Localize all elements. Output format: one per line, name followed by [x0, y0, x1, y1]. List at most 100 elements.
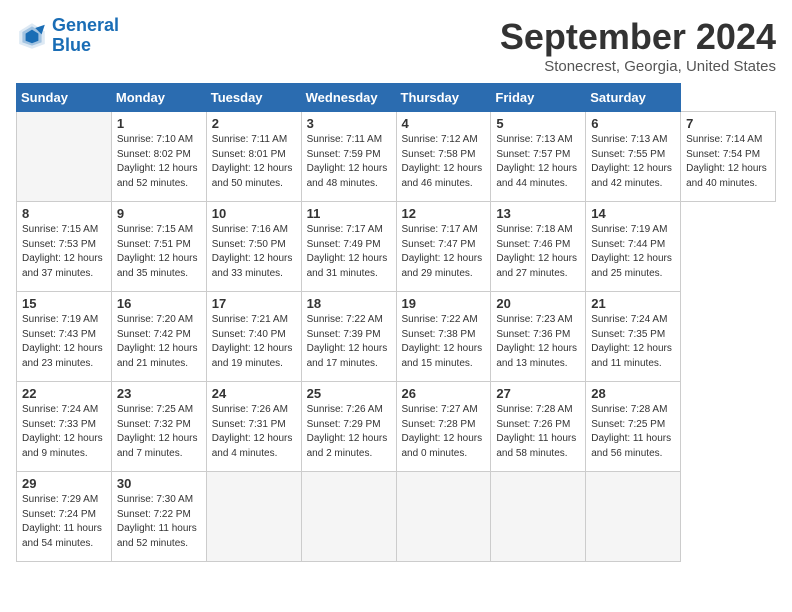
calendar-day: 4 Sunrise: 7:12 AMSunset: 7:58 PMDaylight…	[396, 112, 491, 202]
day-info: Sunrise: 7:30 AMSunset: 7:22 PMDaylight:…	[117, 493, 201, 551]
day-info: Sunrise: 7:21 AMSunset: 7:40 PMDaylight:…	[212, 313, 296, 371]
day-info: Sunrise: 7:13 AMSunset: 7:57 PMDaylight:…	[496, 133, 580, 191]
day-number: 7	[686, 116, 770, 131]
day-number: 26	[402, 386, 486, 401]
calendar-day: 19 Sunrise: 7:22 AMSunset: 7:38 PMDayligh…	[396, 292, 491, 382]
day-info: Sunrise: 7:18 AMSunset: 7:46 PMDaylight:…	[496, 223, 580, 281]
calendar-day: 3 Sunrise: 7:11 AMSunset: 7:59 PMDaylight…	[301, 112, 396, 202]
calendar-day	[206, 472, 301, 562]
day-info: Sunrise: 7:23 AMSunset: 7:36 PMDaylight:…	[496, 313, 580, 371]
day-number: 14	[591, 206, 675, 221]
calendar-week-2: 8 Sunrise: 7:15 AMSunset: 7:53 PMDaylight…	[17, 202, 776, 292]
calendar-day: 8 Sunrise: 7:15 AMSunset: 7:53 PMDaylight…	[17, 202, 112, 292]
calendar-day: 11Sunrise: 7:17 AMSunset: 7:49 PMDayligh…	[301, 202, 396, 292]
day-info: Sunrise: 7:20 AMSunset: 7:42 PMDaylight:…	[117, 313, 201, 371]
day-number: 22	[22, 386, 106, 401]
calendar-week-4: 22 Sunrise: 7:24 AMSunset: 7:33 PMDayligh…	[17, 382, 776, 472]
day-info: Sunrise: 7:19 AMSunset: 7:44 PMDaylight:…	[591, 223, 675, 281]
day-number: 2	[212, 116, 296, 131]
calendar-day: 7 Sunrise: 7:14 AMSunset: 7:54 PMDaylight…	[681, 112, 776, 202]
day-number: 21	[591, 296, 675, 311]
calendar-day: 22 Sunrise: 7:24 AMSunset: 7:33 PMDayligh…	[17, 382, 112, 472]
day-number: 6	[591, 116, 675, 131]
calendar-day: 6Sunrise: 7:13 AMSunset: 7:55 PMDaylight…	[586, 112, 681, 202]
calendar-day: 10 Sunrise: 7:16 AMSunset: 7:50 PMDayligh…	[206, 202, 301, 292]
day-number: 19	[402, 296, 486, 311]
header-thursday: Thursday	[396, 84, 491, 112]
logo-blue: Blue	[52, 35, 91, 55]
day-info: Sunrise: 7:24 AMSunset: 7:35 PMDaylight:…	[591, 313, 675, 371]
calendar-day: 24 Sunrise: 7:26 AMSunset: 7:31 PMDayligh…	[206, 382, 301, 472]
calendar-day: 27 Sunrise: 7:28 AMSunset: 7:26 PMDayligh…	[491, 382, 586, 472]
calendar-day: 17 Sunrise: 7:21 AMSunset: 7:40 PMDayligh…	[206, 292, 301, 382]
day-number: 28	[591, 386, 675, 401]
day-number: 5	[496, 116, 580, 131]
header-friday: Friday	[491, 84, 586, 112]
day-number: 27	[496, 386, 580, 401]
location-subtitle: Stonecrest, Georgia, United States	[500, 58, 776, 75]
day-info: Sunrise: 7:15 AMSunset: 7:53 PMDaylight:…	[22, 223, 106, 281]
day-info: Sunrise: 7:16 AMSunset: 7:50 PMDaylight:…	[212, 223, 296, 281]
day-number: 3	[307, 116, 391, 131]
day-number: 1	[117, 116, 201, 131]
day-number: 23	[117, 386, 201, 401]
calendar-day: 30 Sunrise: 7:30 AMSunset: 7:22 PMDayligh…	[111, 472, 206, 562]
month-title: September 2024	[500, 16, 776, 58]
day-number: 30	[117, 476, 201, 491]
calendar-day: 23 Sunrise: 7:25 AMSunset: 7:32 PMDayligh…	[111, 382, 206, 472]
day-number: 25	[307, 386, 391, 401]
calendar-day: 2Sunrise: 7:11 AMSunset: 8:01 PMDaylight…	[206, 112, 301, 202]
header-tuesday: Tuesday	[206, 84, 301, 112]
day-number: 10	[212, 206, 296, 221]
calendar-day: 9Sunrise: 7:15 AMSunset: 7:51 PMDaylight…	[111, 202, 206, 292]
header-monday: Monday	[111, 84, 206, 112]
day-info: Sunrise: 7:17 AMSunset: 7:47 PMDaylight:…	[402, 223, 486, 281]
day-number: 8	[22, 206, 106, 221]
calendar-day: 1 Sunrise: 7:10 AMSunset: 8:02 PMDaylight…	[111, 112, 206, 202]
day-info: Sunrise: 7:22 AMSunset: 7:39 PMDaylight:…	[307, 313, 391, 371]
calendar-day: 25 Sunrise: 7:26 AMSunset: 7:29 PMDayligh…	[301, 382, 396, 472]
calendar-day	[301, 472, 396, 562]
calendar-day: 18Sunrise: 7:22 AMSunset: 7:39 PMDayligh…	[301, 292, 396, 382]
day-info: Sunrise: 7:27 AMSunset: 7:28 PMDaylight:…	[402, 403, 486, 461]
calendar-week-3: 15Sunrise: 7:19 AMSunset: 7:43 PMDayligh…	[17, 292, 776, 382]
day-info: Sunrise: 7:10 AMSunset: 8:02 PMDaylight:…	[117, 133, 201, 191]
day-info: Sunrise: 7:17 AMSunset: 7:49 PMDaylight:…	[307, 223, 391, 281]
calendar-day: 29Sunrise: 7:29 AMSunset: 7:24 PMDayligh…	[17, 472, 112, 562]
calendar-day: 5 Sunrise: 7:13 AMSunset: 7:57 PMDaylight…	[491, 112, 586, 202]
calendar-day: 12Sunrise: 7:17 AMSunset: 7:47 PMDayligh…	[396, 202, 491, 292]
day-info: Sunrise: 7:25 AMSunset: 7:32 PMDaylight:…	[117, 403, 201, 461]
header-wednesday: Wednesday	[301, 84, 396, 112]
header-sunday: Sunday	[17, 84, 112, 112]
calendar-day: 28 Sunrise: 7:28 AMSunset: 7:25 PMDayligh…	[586, 382, 681, 472]
day-info: Sunrise: 7:14 AMSunset: 7:54 PMDaylight:…	[686, 133, 770, 191]
calendar-week-1: 1 Sunrise: 7:10 AMSunset: 8:02 PMDaylight…	[17, 112, 776, 202]
calendar-day	[396, 472, 491, 562]
calendar-day: 16 Sunrise: 7:20 AMSunset: 7:42 PMDayligh…	[111, 292, 206, 382]
day-number: 24	[212, 386, 296, 401]
calendar-day: 15Sunrise: 7:19 AMSunset: 7:43 PMDayligh…	[17, 292, 112, 382]
logo-icon	[16, 20, 48, 52]
day-number: 16	[117, 296, 201, 311]
calendar-day	[586, 472, 681, 562]
day-info: Sunrise: 7:22 AMSunset: 7:38 PMDaylight:…	[402, 313, 486, 371]
calendar-header-row: SundayMondayTuesdayWednesdayThursdayFrid…	[17, 84, 776, 112]
day-info: Sunrise: 7:28 AMSunset: 7:26 PMDaylight:…	[496, 403, 580, 461]
day-info: Sunrise: 7:24 AMSunset: 7:33 PMDaylight:…	[22, 403, 106, 461]
day-number: 17	[212, 296, 296, 311]
calendar-table: SundayMondayTuesdayWednesdayThursdayFrid…	[16, 83, 776, 562]
logo-general: General	[52, 15, 119, 35]
day-info: Sunrise: 7:11 AMSunset: 7:59 PMDaylight:…	[307, 133, 391, 191]
calendar-day: 26 Sunrise: 7:27 AMSunset: 7:28 PMDayligh…	[396, 382, 491, 472]
day-number: 4	[402, 116, 486, 131]
calendar-day	[491, 472, 586, 562]
day-number: 9	[117, 206, 201, 221]
day-info: Sunrise: 7:26 AMSunset: 7:31 PMDaylight:…	[212, 403, 296, 461]
calendar-day: 21 Sunrise: 7:24 AMSunset: 7:35 PMDayligh…	[586, 292, 681, 382]
day-info: Sunrise: 7:12 AMSunset: 7:58 PMDaylight:…	[402, 133, 486, 191]
day-number: 20	[496, 296, 580, 311]
day-number: 13	[496, 206, 580, 221]
day-info: Sunrise: 7:28 AMSunset: 7:25 PMDaylight:…	[591, 403, 675, 461]
calendar-day: 14 Sunrise: 7:19 AMSunset: 7:44 PMDayligh…	[586, 202, 681, 292]
day-info: Sunrise: 7:26 AMSunset: 7:29 PMDaylight:…	[307, 403, 391, 461]
